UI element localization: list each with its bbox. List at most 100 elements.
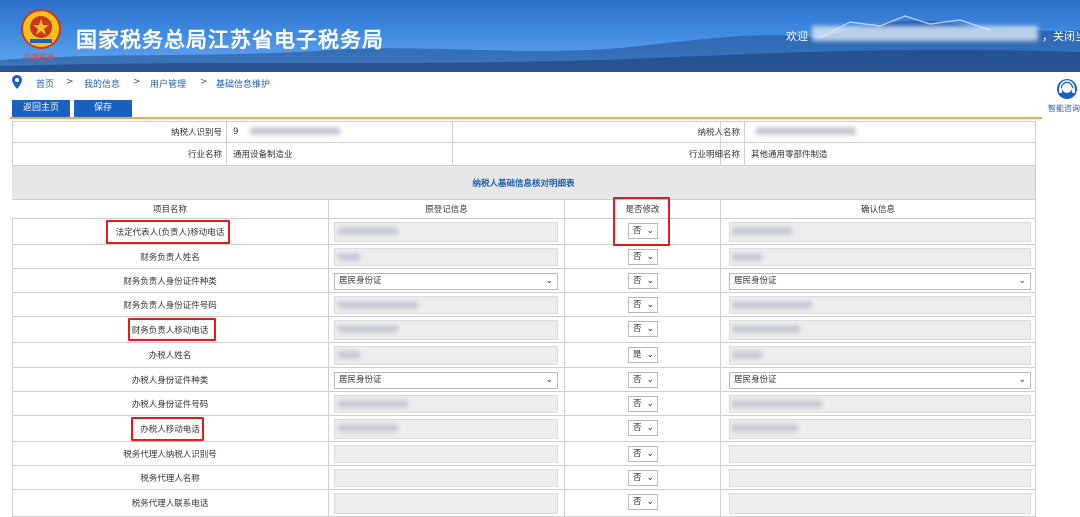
column-header-confirm: 确认信息: [721, 200, 1036, 219]
modified-select[interactable]: 是 ⌄: [628, 347, 658, 363]
chevron-down-icon: ⌄: [646, 375, 654, 385]
breadcrumb: 首页 > 我的信息 > 用户管理 > 基础信息维护: [0, 73, 1080, 93]
taxpayer-id-text: 9: [233, 126, 239, 137]
chevron-down-icon: ⌄: [646, 350, 654, 360]
original-value-field: [334, 445, 558, 463]
chevron-down-icon: ⌄: [646, 300, 654, 310]
highlight-legal-rep-phone: [106, 220, 230, 244]
modified-select[interactable]: 否 ⌄: [628, 273, 658, 289]
industry-label: 行业名称: [12, 143, 227, 166]
modified-select[interactable]: 否 ⌄: [628, 446, 658, 462]
breadcrumb-user-management[interactable]: 用户管理: [150, 77, 186, 90]
row-item-name: 财务负责人姓名: [12, 245, 329, 269]
smart-consult-label: 智能咨询: [1048, 104, 1080, 113]
select-value: 否: [633, 399, 642, 409]
breadcrumb-home[interactable]: 首页: [36, 77, 54, 90]
close-page-link[interactable]: ，关闭当页: [1042, 28, 1080, 44]
row-item-name: 税务代理人联系电话: [12, 490, 329, 517]
modified-select[interactable]: 否 ⌄: [628, 372, 658, 388]
row-item-name: 财务负责人身份证件号码: [12, 293, 329, 317]
redacted-id: [250, 127, 340, 135]
select-value: 居民身份证: [339, 276, 382, 286]
chevron-down-icon: ⌄: [1018, 276, 1026, 286]
logo-caption: 中国税务: [22, 53, 54, 62]
welcome-text: 欢迎: [786, 30, 808, 43]
breadcrumb-my-info[interactable]: 我的信息: [84, 77, 120, 90]
confirm-value-field[interactable]: [729, 248, 1031, 266]
modified-select[interactable]: 否 ⌄: [628, 249, 658, 265]
breadcrumb-separator: >: [66, 77, 74, 87]
select-value: 居民身份证: [734, 375, 777, 385]
breadcrumb-separator: >: [133, 77, 141, 87]
original-value-field: [334, 493, 558, 514]
original-value-field: [334, 248, 558, 266]
select-value: 居民身份证: [339, 375, 382, 385]
modified-select[interactable]: 否 ⌄: [628, 494, 658, 510]
confirm-value-field[interactable]: [729, 469, 1031, 487]
row-item-name: 办税人身份证件号码: [12, 392, 329, 416]
chevron-down-icon: ⌄: [545, 276, 553, 286]
redacted-confirm: [732, 400, 822, 408]
user-name-redacted: [812, 26, 1038, 41]
redacted-original: [338, 424, 398, 432]
chevron-down-icon: ⌄: [646, 497, 654, 507]
location-pin-icon: [12, 75, 22, 89]
redacted-original: [338, 227, 398, 235]
breadcrumb-basic-info: 基础信息维护: [216, 80, 271, 90]
row-item-name: 办税人姓名: [12, 343, 329, 368]
chevron-down-icon: ⌄: [646, 423, 654, 433]
original-id-type-select[interactable]: 居民身份证 ⌄: [334, 273, 558, 290]
select-value: 否: [633, 324, 642, 334]
select-value: 否: [633, 276, 642, 286]
redacted-original: [338, 400, 408, 408]
industry-detail-label: 行业明细名称: [650, 143, 745, 166]
row-item-name: 办税人身份证件种类: [12, 368, 329, 392]
highlight-tax-agent-phone: [131, 417, 204, 441]
confirm-value-field[interactable]: [729, 493, 1031, 514]
column-header-item: 项目名称: [12, 200, 329, 219]
redacted-confirm: [732, 301, 812, 309]
tax-emblem-logo: [21, 9, 61, 49]
select-value: 是: [633, 350, 642, 360]
select-value: 否: [633, 449, 642, 459]
confirm-value-field[interactable]: [729, 346, 1031, 365]
redacted-confirm: [732, 351, 762, 359]
industry-value: 通用设备制造业: [227, 143, 453, 166]
breadcrumb-separator: >: [200, 77, 208, 87]
modified-select[interactable]: 否 ⌄: [628, 420, 658, 436]
original-id-type-select[interactable]: 居民身份证 ⌄: [334, 372, 558, 389]
redacted-original: [338, 351, 360, 359]
chevron-down-icon: ⌄: [1018, 375, 1026, 385]
redacted-confirm: [732, 325, 800, 333]
select-value: 否: [633, 473, 642, 483]
confirm-value-field[interactable]: [729, 445, 1031, 463]
modified-select[interactable]: 否 ⌄: [628, 470, 658, 486]
select-value: 否: [633, 300, 642, 310]
taxpayer-id-label: 纳税人识别号: [12, 121, 227, 143]
smart-consult-widget[interactable]: 智能咨询: [1044, 74, 1080, 114]
site-header: 中国税务 国家税务总局江苏省电子税务局 欢迎 ，关闭当页: [0, 0, 1080, 72]
headset-icon: [1057, 79, 1077, 99]
select-value: 否: [633, 252, 642, 262]
confirm-id-type-select[interactable]: 居民身份证 ⌄: [729, 372, 1031, 389]
highlight-finance-phone: [128, 318, 216, 341]
chevron-down-icon: ⌄: [646, 449, 654, 459]
select-value: 否: [633, 423, 642, 433]
chevron-down-icon: ⌄: [545, 375, 553, 385]
select-value: 否: [633, 375, 642, 385]
chevron-down-icon: ⌄: [646, 324, 654, 334]
back-home-button[interactable]: 返回主页: [12, 100, 70, 117]
original-value-field: [334, 469, 558, 487]
chevron-down-icon: ⌄: [646, 252, 654, 262]
modified-select[interactable]: 否 ⌄: [628, 396, 658, 412]
chevron-down-icon: ⌄: [646, 399, 654, 409]
modified-select[interactable]: 否 ⌄: [628, 321, 658, 337]
redacted-confirm: [732, 227, 792, 235]
select-value: 居民身份证: [734, 276, 777, 286]
modified-select[interactable]: 否 ⌄: [628, 297, 658, 313]
highlight-modified-column: [613, 197, 670, 246]
save-button[interactable]: 保存: [74, 100, 132, 117]
confirm-id-type-select[interactable]: 居民身份证 ⌄: [729, 273, 1031, 290]
redacted-confirm: [732, 424, 798, 432]
chevron-down-icon: ⌄: [646, 473, 654, 483]
